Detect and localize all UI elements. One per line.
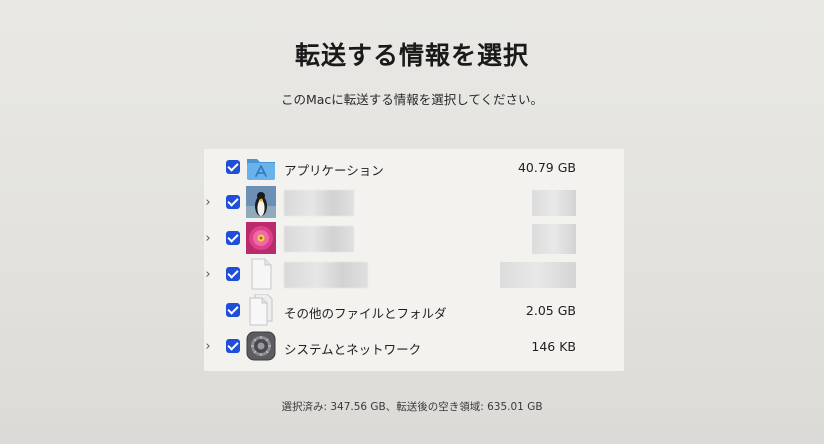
page-subtitle: このMacに転送する情報を選択してください。 xyxy=(280,92,544,107)
applications-folder-icon xyxy=(246,151,276,183)
checkbox-applications[interactable] xyxy=(226,160,240,174)
document-icon xyxy=(246,258,276,290)
checkbox-other-files[interactable] xyxy=(226,303,240,317)
redacted-item-size xyxy=(532,224,576,254)
redacted-item-label xyxy=(284,262,368,288)
list-item-user-2[interactable]: › xyxy=(204,222,624,258)
checkbox-system-network[interactable] xyxy=(226,339,240,353)
list-item-file[interactable]: › xyxy=(204,258,624,294)
item-label: その他のファイルとフォルダ xyxy=(284,306,447,321)
item-label: アプリケーション xyxy=(284,163,384,178)
list-item-user-1[interactable]: › xyxy=(204,186,624,222)
item-size: 2.05 GB xyxy=(525,303,576,318)
checkbox-user-2[interactable] xyxy=(226,231,240,245)
redacted-item-size xyxy=(532,190,576,216)
item-size: 40.79 GB xyxy=(517,160,576,175)
user-flower-avatar-icon xyxy=(246,222,276,254)
checkbox-user-1[interactable] xyxy=(226,195,240,209)
list-item-applications[interactable]: アプリケーション 40.79 GB xyxy=(204,151,624,187)
page-title: 転送する情報を選択 xyxy=(294,41,529,70)
item-size: 146 KB xyxy=(531,339,576,354)
list-item-system-network[interactable]: › システムとネットワーク 146 KB xyxy=(204,330,624,366)
user-penguin-avatar-icon xyxy=(246,186,276,218)
chevron-right-icon[interactable]: › xyxy=(202,339,214,355)
documents-icon xyxy=(246,293,276,326)
chevron-right-icon[interactable]: › xyxy=(202,231,214,247)
transfer-item-list: アプリケーション 40.79 GB › › › その他のファイルとフォルダ 2.… xyxy=(204,149,624,371)
chevron-right-icon[interactable]: › xyxy=(202,195,214,211)
transfer-summary: 選択済み: 347.56 GB、転送後の空き領域: 635.01 GB xyxy=(281,401,543,413)
chevron-right-icon[interactable]: › xyxy=(202,267,214,283)
redacted-item-label xyxy=(284,190,354,216)
list-item-other-files[interactable]: その他のファイルとフォルダ 2.05 GB xyxy=(204,293,624,330)
checkbox-file[interactable] xyxy=(226,267,240,281)
redacted-item-label xyxy=(284,226,354,252)
item-label: システムとネットワーク xyxy=(284,342,422,357)
redacted-item-size xyxy=(500,262,576,288)
system-settings-icon xyxy=(246,330,276,362)
